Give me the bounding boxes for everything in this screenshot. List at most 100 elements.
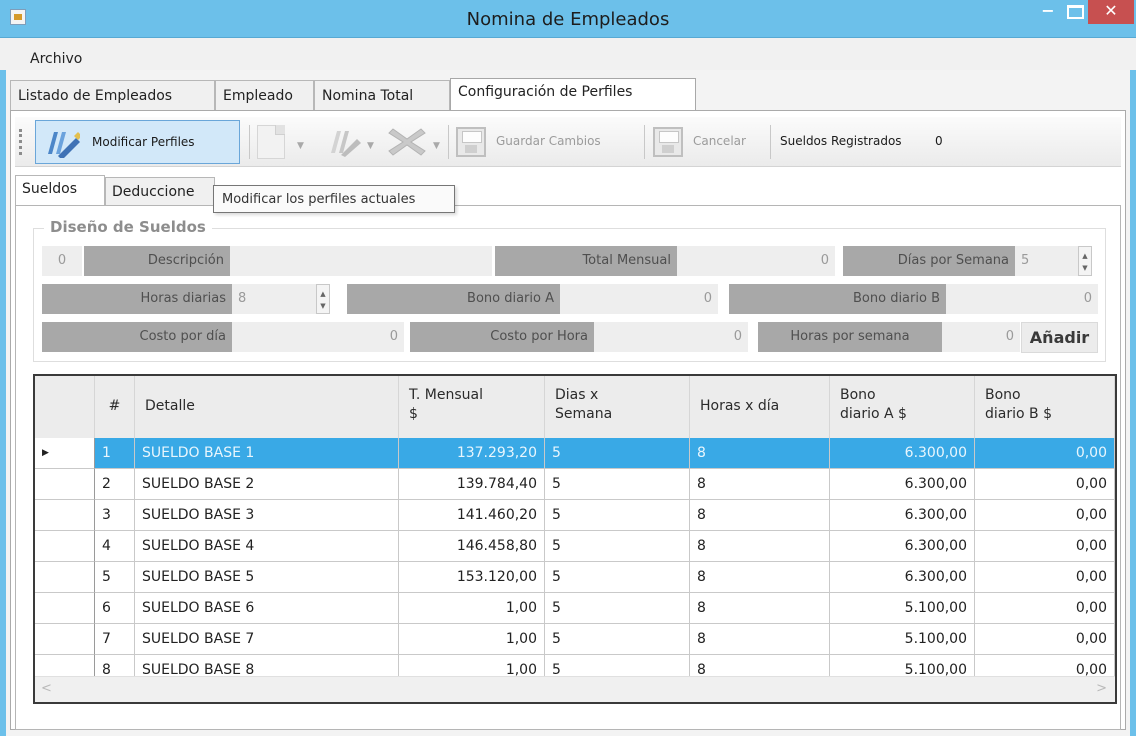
cell-bono-b[interactable]: 0,00 [975,593,1115,624]
tab-configuracion-perfiles[interactable]: Configuración de Perfiles [450,78,696,111]
total-mensual-field[interactable]: 0 [677,246,835,276]
row-header[interactable]: ▶ [35,438,95,469]
cell-bono-b[interactable]: 0,00 [975,469,1115,500]
cell-mensual[interactable]: 153.120,00 [399,562,545,593]
cell-mensual[interactable]: 141.460,20 [399,500,545,531]
cell-mensual[interactable]: 146.458,80 [399,531,545,562]
cell-horas[interactable]: 8 [690,593,830,624]
cell-bono-a[interactable]: 6.300,00 [830,438,975,469]
id-field[interactable]: 0 [42,246,82,276]
save-icon[interactable] [456,127,486,157]
cell-bono-b[interactable]: 0,00 [975,562,1115,593]
cell-detalle[interactable]: SUELDO BASE 4 [135,531,399,562]
cancelar-button[interactable]: Cancelar [693,134,746,148]
cell-dias[interactable]: 5 [545,531,690,562]
table-row[interactable]: 5 SUELDO BASE 5 153.120,00 5 8 6.300,00 0,00 [35,562,1115,593]
cell-detalle[interactable]: SUELDO BASE 3 [135,500,399,531]
cell-dias[interactable]: 5 [545,624,690,655]
col-bono-b-header[interactable]: Bono diario B $ [975,376,1115,438]
cell-horas[interactable]: 8 [690,500,830,531]
cell-bono-a[interactable]: 6.300,00 [830,500,975,531]
cell-num[interactable]: 4 [95,531,135,562]
costo-dia-field[interactable]: 0 [232,322,404,352]
cell-dias[interactable]: 5 [545,593,690,624]
cell-horas[interactable]: 8 [690,624,830,655]
cell-bono-a[interactable]: 6.300,00 [830,531,975,562]
col-bono-a-header[interactable]: Bono diario A $ [830,376,975,438]
grid-corner[interactable] [35,376,95,438]
cell-detalle[interactable]: SUELDO BASE 7 [135,624,399,655]
cell-num[interactable]: 1 [95,438,135,469]
cell-detalle[interactable]: SUELDO BASE 5 [135,562,399,593]
cell-detalle[interactable]: SUELDO BASE 1 [135,438,399,469]
cell-num[interactable]: 6 [95,593,135,624]
cell-bono-b[interactable]: 0,00 [975,531,1115,562]
cell-num[interactable]: 5 [95,562,135,593]
tab-sueldos[interactable]: Sueldos [15,175,105,206]
row-header[interactable] [35,562,95,593]
horas-semana-field[interactable]: 0 [942,322,1020,352]
cell-num[interactable]: 7 [95,624,135,655]
tab-listado-empleados[interactable]: Listado de Empleados [10,80,215,110]
cell-bono-b[interactable]: 0,00 [975,624,1115,655]
col-mensual-header[interactable]: T. Mensual $ [399,376,545,438]
cell-horas[interactable]: 8 [690,438,830,469]
costo-hora-field[interactable]: 0 [594,322,748,352]
col-dias-header[interactable]: Dias x Semana [545,376,690,438]
cell-mensual[interactable]: 1,00 [399,624,545,655]
menu-archivo[interactable]: Archivo [30,51,82,67]
delete-x-icon[interactable] [387,127,427,157]
descripcion-field[interactable] [230,246,492,276]
col-horas-header[interactable]: Horas x día [690,376,830,438]
bono-b-field[interactable]: 0 [946,284,1098,314]
chevron-down-icon[interactable]: ▼ [297,141,304,151]
cell-horas[interactable]: 8 [690,469,830,500]
cell-detalle[interactable]: SUELDO BASE 6 [135,593,399,624]
cell-dias[interactable]: 5 [545,469,690,500]
col-detalle-header[interactable]: Detalle [135,376,399,438]
dias-semana-spinner[interactable]: ▲ ▼ [1078,246,1092,276]
cell-mensual[interactable]: 137.293,20 [399,438,545,469]
table-row[interactable]: 2 SUELDO BASE 2 139.784,40 5 8 6.300,00 0,00 [35,469,1115,500]
chevron-down-icon[interactable]: ▼ [433,141,440,151]
cell-dias[interactable]: 5 [545,562,690,593]
tab-empleado[interactable]: Empleado [215,80,314,110]
cell-mensual[interactable]: 1,00 [399,593,545,624]
cell-num[interactable]: 2 [95,469,135,500]
cell-bono-a[interactable]: 6.300,00 [830,562,975,593]
row-header[interactable] [35,500,95,531]
edit-pencil-icon[interactable] [327,125,361,157]
scroll-right-icon[interactable]: > [1096,681,1107,696]
horas-diarias-field[interactable]: 8 [232,284,316,314]
anadir-button[interactable]: Añadir [1021,322,1098,353]
col-num-header[interactable]: # [95,376,135,438]
cell-num[interactable]: 3 [95,500,135,531]
cell-dias[interactable]: 5 [545,438,690,469]
cell-bono-a[interactable]: 5.100,00 [830,624,975,655]
row-header[interactable] [35,469,95,500]
row-header[interactable] [35,531,95,562]
horizontal-scrollbar[interactable]: < > [35,676,1115,702]
scroll-left-icon[interactable]: < [41,681,52,696]
table-row[interactable]: ▶ 1 SUELDO BASE 1 137.293,20 5 8 6.300,00 0,00 [35,438,1115,469]
new-document-icon[interactable] [257,125,285,159]
maximize-icon[interactable] [1056,0,1092,24]
tab-deducciones[interactable]: Deduccione [105,177,215,205]
cell-detalle[interactable]: SUELDO BASE 2 [135,469,399,500]
dias-semana-field[interactable]: 5 [1015,246,1078,276]
cell-dias[interactable]: 5 [545,500,690,531]
bono-a-field[interactable]: 0 [560,284,718,314]
row-header[interactable] [35,593,95,624]
cell-bono-a[interactable]: 6.300,00 [830,469,975,500]
row-header[interactable] [35,624,95,655]
close-icon[interactable]: ✕ [1088,0,1134,24]
cell-horas[interactable]: 8 [690,531,830,562]
guardar-cambios-button[interactable]: Guardar Cambios [496,134,601,148]
table-row[interactable]: 7 SUELDO BASE 7 1,00 5 8 5.100,00 0,00 [35,624,1115,655]
cell-bono-a[interactable]: 5.100,00 [830,593,975,624]
cell-mensual[interactable]: 139.784,40 [399,469,545,500]
chevron-down-icon[interactable]: ▼ [367,141,374,151]
cancel-icon[interactable] [653,127,683,157]
modificar-perfiles-button[interactable]: Modificar Perfiles [35,120,240,164]
tab-nomina-total[interactable]: Nomina Total [314,80,450,110]
